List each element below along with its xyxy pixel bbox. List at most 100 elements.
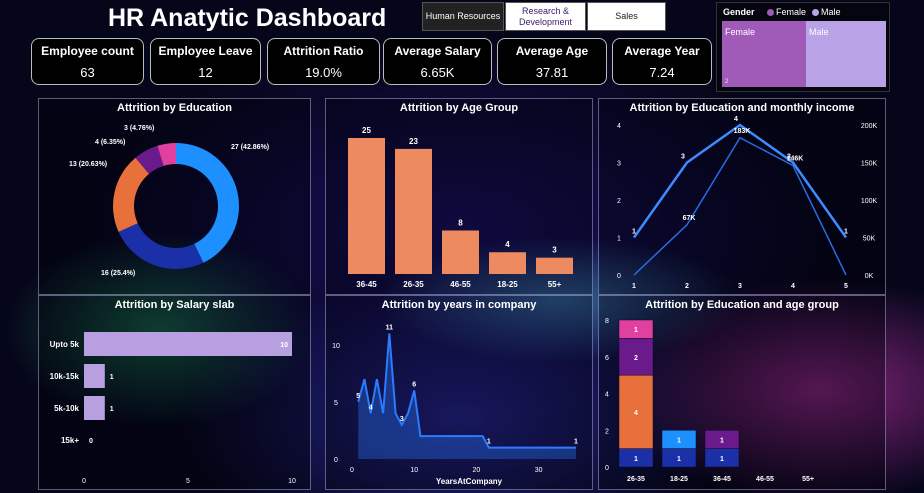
age-bar bbox=[442, 230, 479, 274]
attrition-point-label: 3 bbox=[681, 154, 685, 161]
income-left-tick: 1 bbox=[617, 236, 621, 243]
kpi-value: 7.24 bbox=[649, 65, 675, 80]
years-point-label: 6 bbox=[412, 382, 416, 389]
gender-female-label: Female bbox=[725, 27, 756, 37]
years-y-tick: 5 bbox=[334, 400, 338, 407]
years-x-tick: 0 bbox=[350, 467, 354, 474]
kpi-label: Attrition Ratio bbox=[283, 44, 364, 58]
eduage-segment-label: 1 bbox=[720, 437, 724, 444]
panel-age-group: Attrition by Age Group 25 36-45 23 26-35 8 46… bbox=[325, 98, 593, 295]
nav-research-development-button[interactable]: Research & Development bbox=[505, 2, 586, 31]
kpi-average-year: Average Year 7.24 bbox=[612, 38, 712, 85]
nav-human-resources-button[interactable]: Human Resources bbox=[422, 2, 504, 31]
income-left-tick: 4 bbox=[617, 123, 621, 130]
salary-bar-value: 0 bbox=[89, 438, 93, 445]
donut-slice bbox=[176, 143, 240, 263]
attrition-series-line bbox=[632, 123, 848, 239]
eduage-y-tick: 4 bbox=[605, 392, 609, 399]
salary-bar-value: 10 bbox=[280, 342, 288, 349]
kpi-average-salary: Average Salary 6.65K bbox=[383, 38, 492, 85]
gender-male-tile[interactable]: Male bbox=[806, 21, 886, 87]
eduage-y-tick: 2 bbox=[605, 428, 609, 435]
income-x-tick: 5 bbox=[844, 283, 848, 290]
eduage-y-tick: 8 bbox=[605, 318, 609, 325]
income-x-tick: 2 bbox=[685, 283, 689, 290]
kpi-label: Employee Leave bbox=[158, 44, 253, 58]
kpi-value: 12 bbox=[198, 65, 213, 80]
legend-female-label: Female bbox=[776, 7, 807, 17]
eduage-segment-label: 1 bbox=[634, 456, 638, 463]
eduage-y-tick: 6 bbox=[605, 355, 609, 362]
eduage-segment-label: 2 bbox=[634, 355, 638, 362]
salary-category-label: 10k-15k bbox=[50, 372, 80, 381]
age-group-bar-chart: 25 36-45 23 26-35 8 46-55 4 18-25 3 55+ bbox=[348, 126, 573, 289]
age-bar-value: 25 bbox=[362, 126, 371, 135]
kpi-label: Average Age bbox=[515, 44, 589, 58]
kpi-average-age: Average Age 37.81 bbox=[497, 38, 607, 85]
attrition-point-label: 1 bbox=[844, 229, 848, 236]
income-point-label: 183K bbox=[734, 128, 751, 135]
years-point-label: 3 bbox=[400, 416, 404, 423]
years-y-tick: 0 bbox=[334, 457, 338, 464]
kpi-value: 37.81 bbox=[535, 65, 569, 80]
kpi-value: 6.65K bbox=[420, 65, 455, 80]
eduage-x-category: 18-25 bbox=[670, 476, 688, 483]
donut-slice bbox=[113, 157, 150, 232]
income-right-tick: 200K bbox=[861, 123, 878, 130]
years-point-label: 1 bbox=[574, 439, 578, 446]
salary-category-label: 15k+ bbox=[61, 436, 79, 445]
gender-filter-panel: Gender Female Male Female 2 Male bbox=[716, 2, 890, 92]
salary-category-label: 5k-10k bbox=[54, 404, 79, 413]
income-x-tick: 3 bbox=[738, 283, 742, 290]
years-x-tick: 20 bbox=[473, 467, 481, 474]
panel-years: Attrition by years in company 5 4 11 3 6 1 1 0 5… bbox=[325, 295, 593, 490]
female-dot-icon bbox=[767, 9, 774, 17]
eduage-segment-label: 1 bbox=[634, 327, 638, 334]
eduage-segment-label: 1 bbox=[677, 456, 681, 463]
nav-sales-button[interactable]: Sales bbox=[587, 2, 666, 31]
income-left-tick: 2 bbox=[617, 198, 621, 205]
income-point-label: 67K bbox=[683, 215, 696, 222]
salary-bar-value: 1 bbox=[110, 374, 114, 381]
salary-bar bbox=[84, 364, 105, 388]
income-right-tick: 150K bbox=[861, 161, 878, 168]
eduage-segment-label: 1 bbox=[720, 456, 724, 463]
age-bar-category: 26-35 bbox=[403, 280, 424, 289]
donut-slice bbox=[118, 223, 204, 269]
gender-filter-title: Gender bbox=[723, 7, 755, 17]
kpi-label: Average Year bbox=[624, 44, 700, 58]
eduage-segment-label: 1 bbox=[677, 437, 681, 444]
eduage-y-tick: 0 bbox=[605, 465, 609, 472]
kpi-value: 63 bbox=[80, 65, 95, 80]
age-bar-category: 36-45 bbox=[356, 280, 377, 289]
gender-female-count: 2 bbox=[725, 79, 729, 85]
salary-slab-bar-chart: Upto 5k 10 10k-15k 1 5k-10k 1 15k+ 0 0 5 10 bbox=[50, 332, 296, 485]
education-donut-chart: 27 (42.86%) 16 (25.4%) 13 (20.63%) 4 (6.35%… bbox=[69, 125, 269, 277]
page-title: HR Anatytic Dashboard bbox=[108, 4, 387, 32]
male-dot-icon bbox=[812, 9, 820, 17]
panel-salary-slab: Attrition by Salary slab Upto 5k 10 10k-15… bbox=[38, 295, 311, 490]
salary-bar bbox=[84, 332, 292, 356]
eduage-x-category: 46-55 bbox=[756, 476, 774, 483]
income-right-tick: 50K bbox=[863, 236, 876, 243]
salary-x-tick: 5 bbox=[186, 478, 190, 485]
donut-slice-label: 27 (42.86%) bbox=[231, 144, 269, 151]
years-point-label: 1 bbox=[487, 439, 491, 446]
gender-legend: Female Male bbox=[767, 7, 841, 17]
kpi-attrition-ratio: Attrition Ratio 19.0% bbox=[267, 38, 380, 85]
legend-male: Male bbox=[812, 7, 841, 17]
attrition-point-label: 1 bbox=[632, 229, 636, 236]
edu-income-line-chart: 012340K50K100K150K200K1 2 3 4 51343167K183K1… bbox=[617, 116, 878, 290]
salary-bar-value: 1 bbox=[110, 406, 114, 413]
income-x-tick: 1 bbox=[632, 283, 636, 290]
gender-male-label: Male bbox=[809, 27, 829, 37]
panel-edu-age: Attrition by Education and age group 024… bbox=[598, 295, 886, 490]
eduage-segment-label: 4 bbox=[634, 410, 638, 417]
income-point-label: 146K bbox=[787, 156, 804, 163]
age-bar-category: 55+ bbox=[548, 280, 562, 289]
eduage-x-category: 26-35 bbox=[627, 476, 645, 483]
age-bar-category: 46-55 bbox=[450, 280, 471, 289]
age-bar bbox=[489, 252, 526, 274]
salary-category-label: Upto 5k bbox=[50, 340, 80, 349]
gender-female-tile[interactable]: Female 2 bbox=[722, 21, 806, 87]
